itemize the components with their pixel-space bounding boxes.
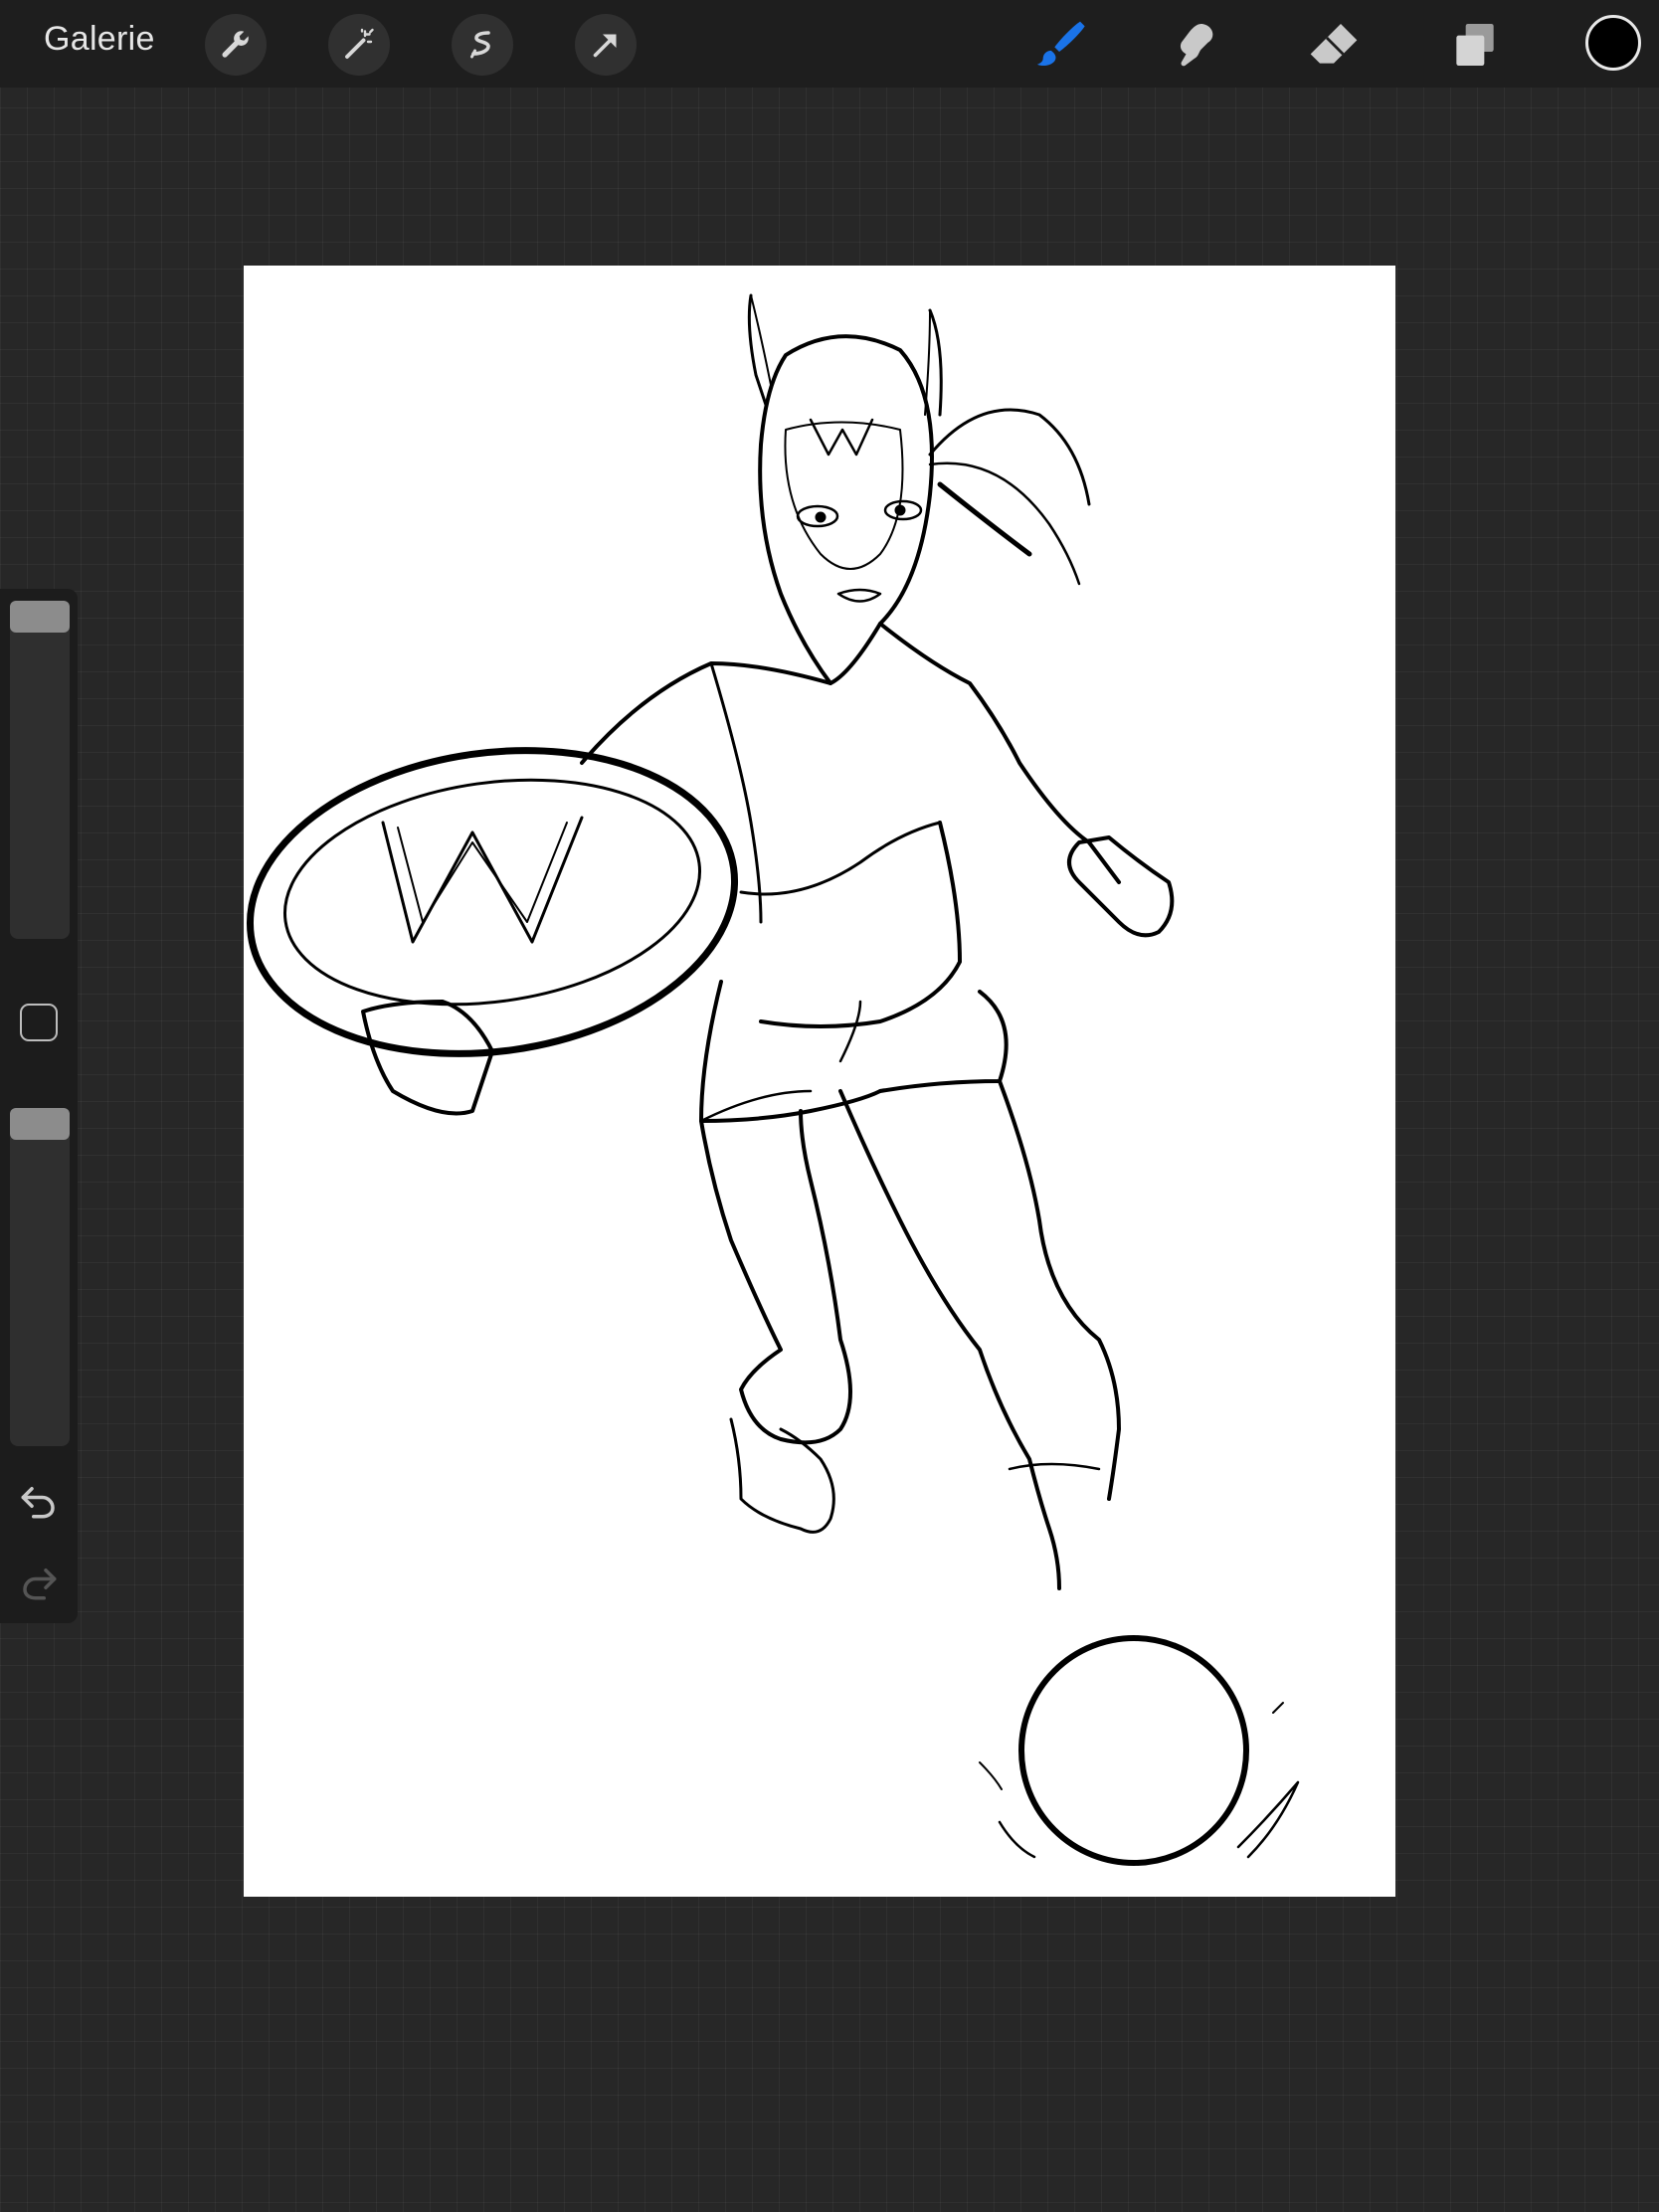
eraser-icon[interactable] — [1303, 14, 1365, 76]
gallery-button[interactable]: Galerie — [44, 20, 155, 59]
opacity-thumb[interactable] — [10, 1108, 70, 1140]
redo-icon[interactable] — [18, 1562, 60, 1603]
top-toolbar: Galerie — [0, 0, 1659, 88]
selection-icon[interactable] — [452, 14, 513, 76]
smudge-icon[interactable] — [1166, 14, 1227, 76]
brush-icon[interactable] — [1028, 14, 1090, 76]
wrench-icon[interactable] — [205, 14, 267, 76]
drawing-canvas[interactable] — [244, 266, 1395, 1897]
layers-icon[interactable] — [1444, 14, 1506, 76]
modify-square-icon[interactable] — [20, 1004, 58, 1041]
opacity-slider[interactable] — [10, 1108, 70, 1446]
brush-size-thumb[interactable] — [10, 601, 70, 633]
brush-size-slider[interactable] — [10, 601, 70, 939]
color-picker-swatch[interactable] — [1585, 15, 1641, 71]
transform-arrow-icon[interactable] — [575, 14, 637, 76]
undo-icon[interactable] — [18, 1480, 60, 1522]
line-art-illustration — [246, 293, 1300, 1866]
left-sidebar — [0, 589, 78, 1623]
magic-wand-icon[interactable] — [328, 14, 390, 76]
